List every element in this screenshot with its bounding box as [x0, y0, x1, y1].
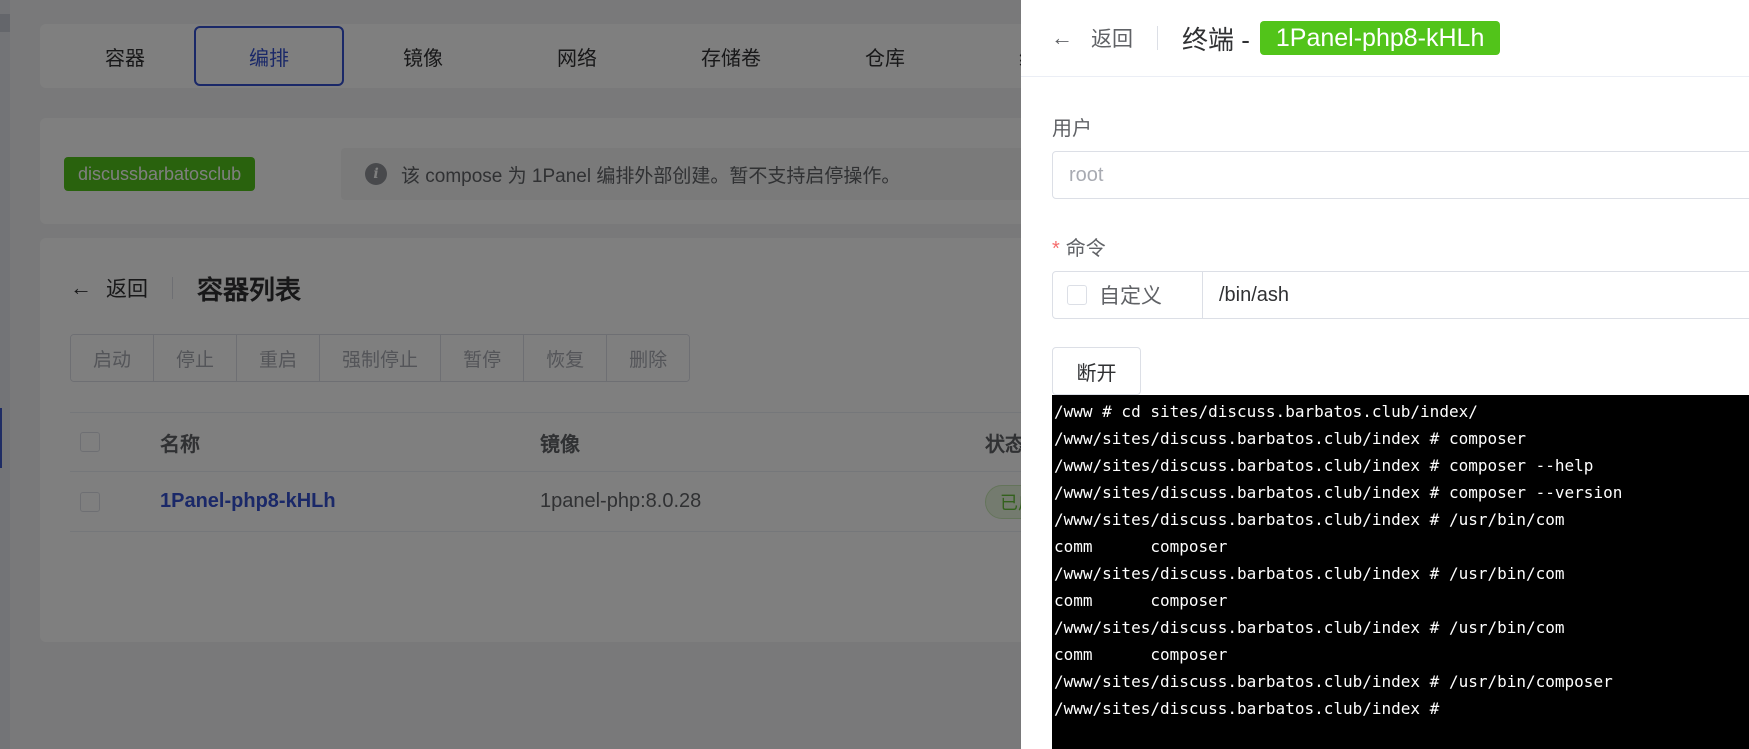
- drawer-title-prefix: 终端 -: [1182, 24, 1250, 55]
- back-arrow-icon[interactable]: ←: [1051, 25, 1073, 51]
- command-input[interactable]: [1219, 283, 1749, 307]
- terminal-line: /www/sites/discuss.barbatos.club/index #…: [1054, 483, 1623, 502]
- disconnect-button[interactable]: 断开: [1052, 347, 1141, 395]
- command-input-wrapper: [1202, 271, 1749, 319]
- container-name-tag: 1Panel-php8-kHLh: [1259, 21, 1501, 55]
- terminal-drawer: ← 返回 终端 - 1Panel-php8-kHLh 用户 *命令 自定义 断开…: [1021, 0, 1749, 749]
- terminal-line: /www # cd sites/discuss.barbatos.club/in…: [1054, 402, 1478, 421]
- custom-label: 自定义: [1099, 285, 1162, 308]
- user-input[interactable]: [1069, 163, 1749, 187]
- user-label: 用户: [1052, 118, 1092, 140]
- terminal-line: comm composer: [1054, 645, 1228, 664]
- command-label-wrapper: * 命令: [1052, 232, 1106, 261]
- terminal-line: comm composer: [1054, 537, 1228, 556]
- drawer-back-link[interactable]: 返回: [1091, 23, 1133, 53]
- required-asterisk: *: [1052, 238, 1060, 260]
- custom-checkbox[interactable]: [1067, 285, 1087, 305]
- terminal-line: /www/sites/discuss.barbatos.club/index #…: [1054, 429, 1527, 448]
- terminal-line: /www/sites/discuss.barbatos.club/index #…: [1054, 672, 1613, 691]
- terminal-line: /www/sites/discuss.barbatos.club/index #: [1054, 699, 1440, 718]
- terminal-output[interactable]: /www # cd sites/discuss.barbatos.club/in…: [1052, 395, 1749, 749]
- user-input-wrapper: [1052, 151, 1749, 199]
- terminal-line: comm composer: [1054, 591, 1228, 610]
- terminal-line: /www/sites/discuss.barbatos.club/index #…: [1054, 564, 1565, 583]
- terminal-line: /www/sites/discuss.barbatos.club/index #…: [1054, 456, 1594, 475]
- terminal-line: /www/sites/discuss.barbatos.club/index #…: [1054, 510, 1565, 529]
- drawer-header: ← 返回 终端 - 1Panel-php8-kHLh: [1021, 0, 1749, 77]
- terminal-line: /www/sites/discuss.barbatos.club/index #…: [1054, 618, 1565, 637]
- drawer-title: 终端 - 1Panel-php8-kHLh: [1182, 20, 1501, 57]
- divider: [1157, 26, 1158, 50]
- custom-command-toggle[interactable]: 自定义: [1052, 271, 1203, 319]
- command-label: 命令: [1065, 238, 1106, 260]
